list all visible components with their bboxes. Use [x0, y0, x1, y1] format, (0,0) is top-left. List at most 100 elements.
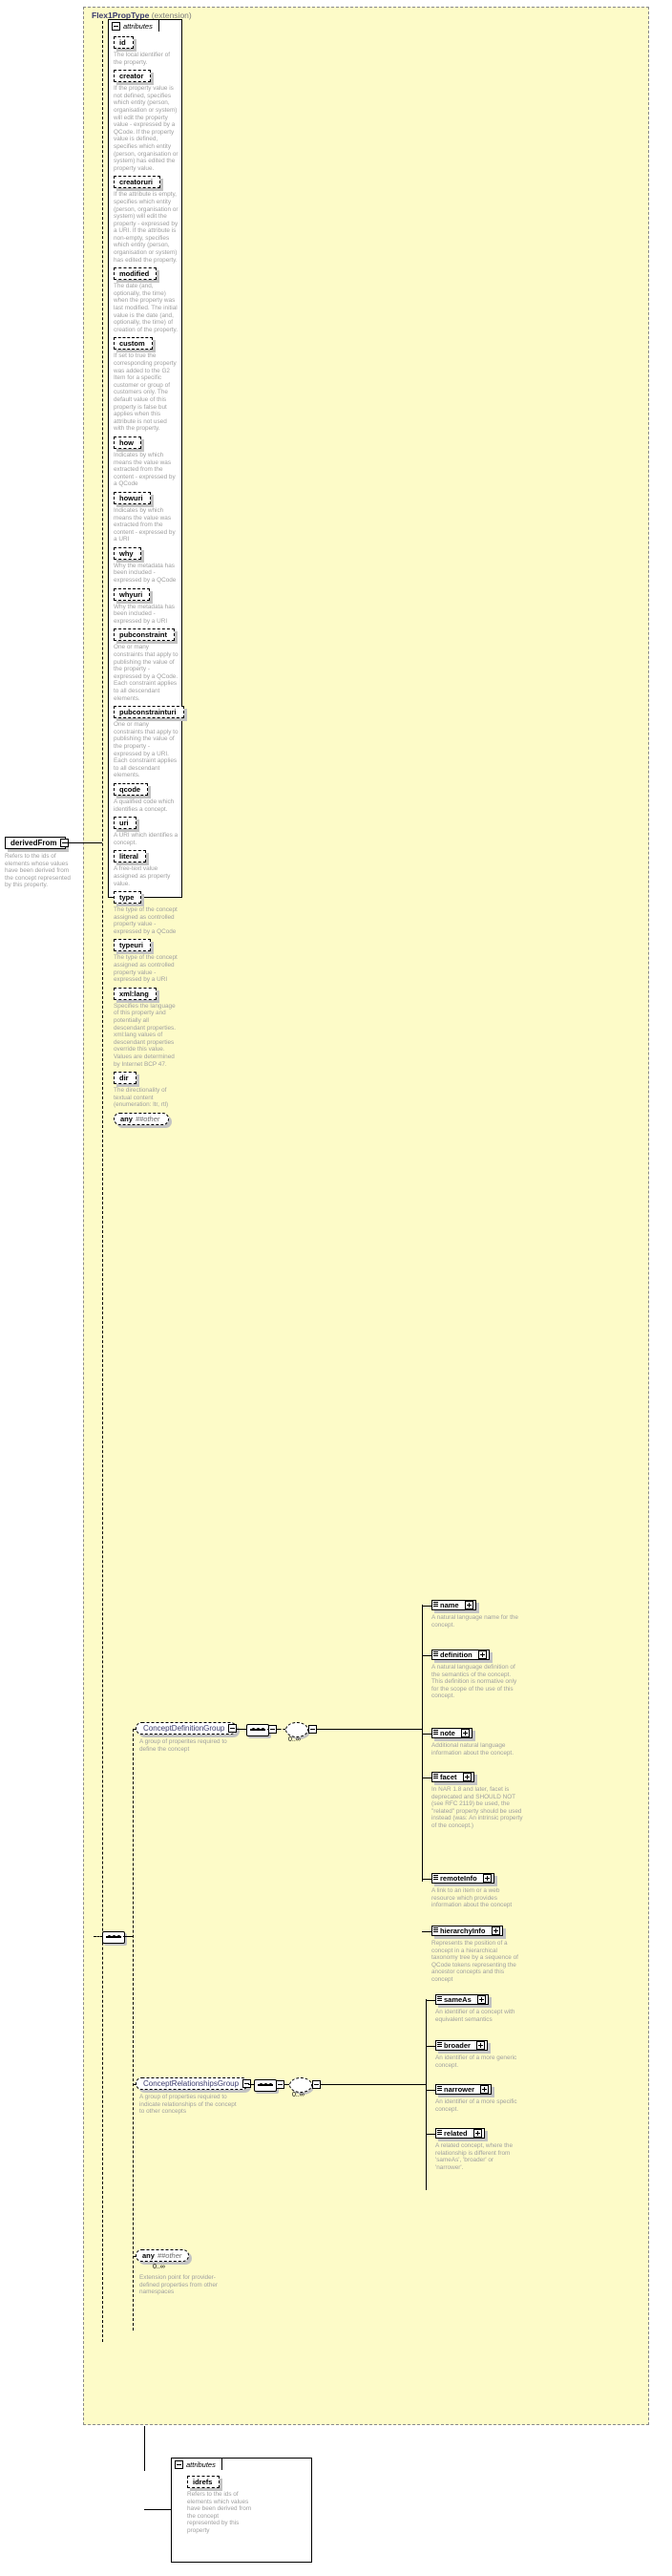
attribute-item: creator If the property value is not defi… [114, 70, 178, 172]
element-definition[interactable]: definition [431, 1650, 490, 1660]
element-icon [437, 1995, 442, 2006]
cdg-choice-collapse[interactable] [308, 1725, 317, 1735]
sequence-icon[interactable] [246, 1724, 269, 1736]
attribute-doc: One or many constraints that apply to pu… [114, 644, 178, 702]
extension-any-element[interactable]: any ##other [136, 2249, 189, 2262]
crg-choice-collapse[interactable] [312, 2080, 321, 2091]
crg-cardinality: 0..∞ [292, 2092, 304, 2098]
minus-box-icon[interactable] [268, 1725, 277, 1734]
attribute-name[interactable]: how [114, 436, 141, 449]
concept-relationships-group-label: ConceptRelationshipsGroup [143, 2079, 240, 2088]
element-doc: A natural language definition of the sem… [431, 1664, 517, 1700]
plus-box-icon[interactable] [464, 1601, 473, 1609]
attribute-doc: If the attribute is empty, specifies whi… [114, 191, 178, 264]
attribute-name[interactable]: creatoruri [114, 176, 161, 189]
minus-box-icon[interactable] [276, 2080, 284, 2089]
sequence-icon[interactable] [102, 1931, 125, 1944]
attribute-doc: Indicates by which means the value was e… [114, 506, 176, 543]
attribute-name[interactable]: xml:lang [114, 987, 157, 1000]
attribute-doc: One or many constraints that apply to pu… [114, 721, 178, 779]
attribute-name[interactable]: dir [114, 1072, 136, 1085]
concept-definition-group-doc: A group of properites required to define… [139, 1738, 227, 1753]
attribute-name[interactable]: typeuri [114, 939, 152, 952]
element-connector [426, 2090, 435, 2091]
element-connector [422, 1655, 431, 1656]
element-facet[interactable]: facet [431, 1772, 474, 1782]
attribute-name[interactable]: custom [114, 337, 153, 351]
choice-icon[interactable] [285, 1722, 308, 1737]
plus-box-icon[interactable] [491, 1927, 500, 1935]
attribute-name[interactable]: qcode [114, 782, 149, 796]
group-bus [133, 1729, 134, 2331]
element-connector [426, 2134, 435, 2135]
plus-box-icon[interactable] [476, 1995, 486, 2004]
attribute-name[interactable]: modified [114, 267, 158, 281]
crg-bus-feed [330, 2084, 426, 2085]
minus-box-icon[interactable] [308, 1725, 317, 1734]
attribute-item: custom If set to true the corresponding p… [114, 337, 178, 433]
derived-from-label: derivedFrom [10, 839, 57, 847]
element-related[interactable]: related [435, 2128, 485, 2139]
any-namespace: ##other [157, 2251, 182, 2260]
element-name[interactable]: name [431, 1600, 476, 1610]
attribute-doc: Refers to the ids of elements which valu… [187, 2491, 252, 2534]
element-connector [426, 2000, 435, 2001]
concept-relationships-group[interactable]: ConceptRelationshipsGroup [136, 2077, 252, 2090]
attribute-name[interactable]: uri [114, 817, 136, 830]
cdg-collapse-toggle[interactable] [268, 1725, 277, 1735]
concept-definition-group[interactable]: ConceptDefinitionGroup [136, 1722, 238, 1735]
attribute-item: idrefs Refers to the ids of elements whic… [187, 2476, 305, 2535]
element-narrower[interactable]: narrower [435, 2084, 493, 2095]
sequence-icon[interactable] [254, 2079, 277, 2092]
container-spine [102, 21, 103, 2342]
attributes-tab[interactable]: attributes [108, 19, 159, 32]
plus-box-icon[interactable] [477, 1650, 487, 1659]
attribute-name[interactable]: id [114, 36, 134, 49]
crg-collapse-toggle[interactable] [276, 2080, 284, 2091]
element-doc: In NAR 1.8 and later, facet is deprecate… [431, 1786, 523, 1829]
attribute-name[interactable]: why [114, 546, 141, 560]
minus-box-icon[interactable] [175, 2459, 183, 2469]
cdg-bus-feed [326, 1729, 422, 1730]
plus-box-icon[interactable] [472, 2129, 482, 2138]
attribute-name[interactable]: idrefs [187, 2476, 220, 2488]
attribute-name[interactable]: howuri [114, 491, 151, 504]
attribute-name[interactable]: literal [114, 850, 147, 863]
element-broader[interactable]: broader [435, 2040, 488, 2051]
element-hierarchyinfo[interactable]: hierarchyInfo [431, 1926, 503, 1936]
plus-box-icon[interactable] [482, 1874, 492, 1883]
cdg-choice-out [317, 1729, 326, 1730]
concept-definition-group-label: ConceptDefinitionGroup [143, 1724, 225, 1733]
choice-icon[interactable] [289, 2077, 312, 2093]
attributes-any-element[interactable]: any ##other [114, 1112, 169, 1125]
attribute-doc: The local identifier of the property. [114, 52, 170, 66]
element-connector [422, 1879, 431, 1880]
plus-box-icon[interactable] [462, 1773, 472, 1781]
attributes-panel: attributes id The local identifier of the… [108, 19, 184, 1125]
element-note[interactable]: note [431, 1728, 472, 1738]
element-doc: A natural language name for the concept. [431, 1614, 518, 1629]
plus-box-icon[interactable] [480, 2085, 490, 2094]
element-sameas[interactable]: sameAs [435, 1994, 489, 2005]
plus-box-icon[interactable] [475, 2041, 485, 2050]
derived-from-element[interactable]: derivedFrom [5, 837, 70, 849]
attribute-name[interactable]: whyuri [114, 587, 151, 601]
bottom-attributes-tab[interactable]: attributes [171, 2458, 222, 2470]
attribute-doc: If the property value is not defined, sp… [114, 85, 178, 172]
bottom-attributes-tab-label: attributes [186, 2459, 216, 2469]
element-remoteinfo[interactable]: remoteInfo [431, 1873, 494, 1884]
any-namespace: ##other [135, 1114, 160, 1123]
attribute-item: howuri Indicates by which means the value… [114, 491, 178, 543]
attribute-name[interactable]: pubconstraint [114, 628, 175, 642]
attribute-name[interactable]: pubconstrainturi [114, 706, 184, 719]
attribute-item: pubconstrainturi One or many constraints … [114, 706, 184, 779]
element-icon [433, 1773, 438, 1783]
element-doc: An identifier of a more generic concept. [435, 2054, 517, 2069]
attribute-name[interactable]: creator [114, 70, 152, 83]
element-icon [433, 1650, 438, 1661]
minus-box-icon[interactable] [312, 2080, 321, 2089]
attribute-name[interactable]: type [114, 891, 142, 905]
minus-box-icon[interactable] [112, 21, 120, 31]
bottom-attributes-panel: attributes idrefs Refers to the ids of el… [171, 2458, 312, 2563]
plus-box-icon[interactable] [460, 1729, 470, 1737]
